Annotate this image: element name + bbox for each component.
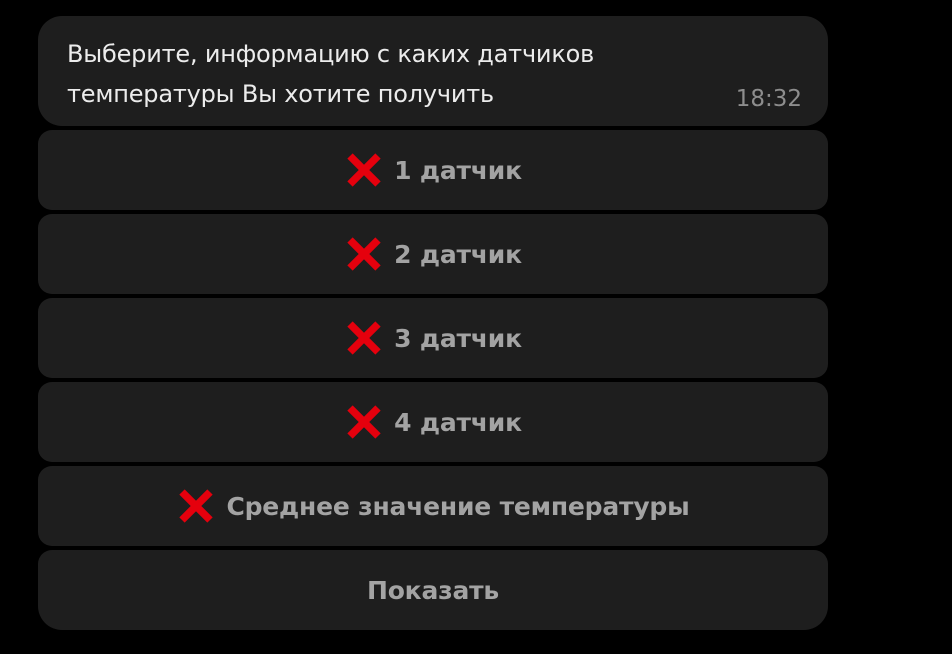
average-temperature-label: Среднее значение температуры	[226, 491, 690, 521]
sensor-2-button[interactable]: 2 датчик	[38, 214, 828, 294]
message-text: Выберите, информацию с каких датчиков те…	[67, 34, 757, 114]
cross-mark-icon	[347, 405, 381, 439]
show-button[interactable]: Показать	[38, 550, 828, 630]
sensor-4-button[interactable]: 4 датчик	[38, 382, 828, 462]
sensor-3-button[interactable]: 3 датчик	[38, 298, 828, 378]
sensor-1-label: 1 датчик	[394, 155, 522, 185]
message-line-2: температуры Вы хотите получить	[67, 80, 494, 108]
message-time: 18:32	[735, 86, 802, 112]
message-bubble: Выберите, информацию с каких датчиков те…	[38, 16, 828, 126]
average-temperature-button[interactable]: Среднее значение температуры	[38, 466, 828, 546]
cross-mark-icon	[347, 153, 381, 187]
sensor-2-label: 2 датчик	[394, 239, 522, 269]
sensor-4-label: 4 датчик	[394, 407, 522, 437]
cross-mark-icon	[179, 489, 214, 523]
cross-mark-icon	[347, 321, 381, 355]
sensor-1-button[interactable]: 1 датчик	[38, 130, 828, 210]
show-label: Показать	[366, 575, 500, 605]
message-line-1: Выберите, информацию с каких датчиков	[67, 40, 595, 68]
sensor-3-label: 3 датчик	[394, 323, 522, 353]
chat-area: Выберите, информацию с каких датчиков те…	[0, 0, 952, 654]
cross-mark-icon	[347, 237, 381, 271]
